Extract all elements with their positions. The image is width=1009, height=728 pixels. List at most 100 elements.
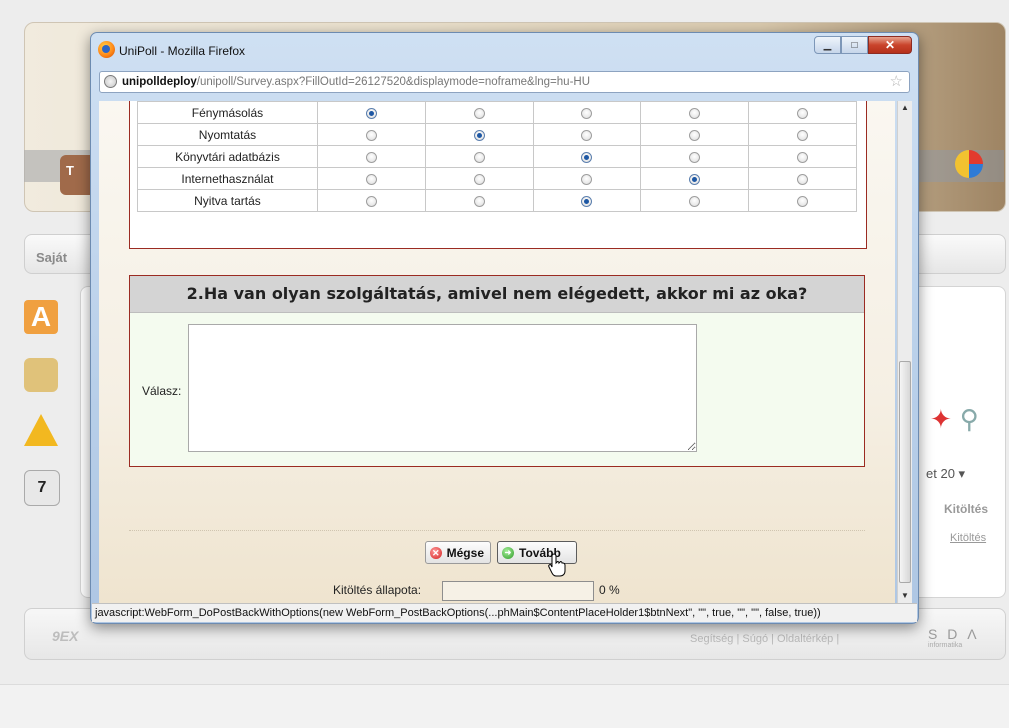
matrix-cell	[640, 123, 750, 146]
rating-radio[interactable]	[365, 173, 377, 185]
scroll-up-arrow-icon[interactable]: ▲	[898, 101, 912, 115]
url-path: /unipoll/Survey.aspx?FillOutId=26127520&…	[196, 76, 591, 88]
matrix-cell	[424, 101, 534, 124]
rating-radio[interactable]	[797, 129, 809, 141]
question2-title: 2.Ha van olyan szolgáltatás, amivel nem …	[130, 276, 864, 313]
matrix-cell	[532, 123, 642, 146]
rating-radio[interactable]	[689, 173, 701, 185]
background-nav-label: Saját	[36, 250, 68, 265]
firefox-logo-icon	[98, 41, 115, 58]
per-page-label: et	[926, 466, 937, 481]
matrix-row: Könyvtári adatbázis	[137, 145, 857, 168]
matrix-cell	[532, 189, 642, 212]
rating-radio[interactable]	[365, 151, 377, 163]
url-host: unipolldeploy	[122, 76, 197, 88]
matrix-cell	[640, 145, 750, 168]
firefox-popup-window: UniPoll - Mozilla Firefox ▁ □ ✕ unipolld…	[90, 32, 919, 624]
matrix-cell	[316, 101, 426, 124]
rating-radio[interactable]	[473, 129, 485, 141]
rating-radio[interactable]	[797, 151, 809, 163]
matrix-cell	[316, 167, 426, 190]
matrix-cell	[748, 167, 857, 190]
close-icon: ✕	[884, 38, 896, 52]
rating-radio[interactable]	[473, 195, 485, 207]
matrix-row: Nyitva tartás	[137, 189, 857, 212]
window-controls: ▁ □ ✕	[814, 36, 912, 54]
rating-radio[interactable]	[365, 129, 377, 141]
cancel-button[interactable]: ✕ Mégse	[425, 541, 491, 564]
separator	[129, 530, 865, 531]
matrix-cell	[424, 123, 534, 146]
matrix-cell	[748, 189, 857, 212]
matrix-cell	[424, 167, 534, 190]
pie-chart-icon	[955, 150, 983, 178]
matrix-cell	[316, 189, 426, 212]
scrollbar-thumb[interactable]	[899, 361, 911, 583]
matrix-cell	[424, 145, 534, 168]
matrix-row: Fénymásolás	[137, 101, 857, 124]
rating-radio[interactable]	[581, 107, 593, 119]
rating-radio[interactable]	[473, 151, 485, 163]
background-tool-icons: ✦ ⚲	[930, 404, 979, 435]
footer-brand-name: S D Λ	[928, 626, 980, 642]
rating-radio[interactable]	[473, 107, 485, 119]
address-bar[interactable]: unipolldeploy/unipoll/Survey.aspx?FillOu…	[99, 71, 910, 93]
rating-radio[interactable]	[797, 173, 809, 185]
footer-brand-sub: informatika	[928, 642, 963, 649]
rating-radio[interactable]	[797, 195, 809, 207]
vertical-scrollbar[interactable]: ▲ ▼	[897, 101, 912, 603]
window-title: UniPoll - Mozilla Firefox	[119, 44, 246, 58]
rating-radio[interactable]	[797, 107, 809, 119]
next-arrow-icon: ➜	[502, 546, 514, 559]
mail-icon	[24, 358, 58, 392]
rating-radio[interactable]	[365, 195, 377, 207]
matrix-cell	[640, 101, 750, 124]
background-column-header: Kitöltés	[944, 502, 989, 516]
rating-radio[interactable]	[581, 195, 593, 207]
answer-label: Válasz:	[142, 384, 182, 398]
answer-textarea[interactable]	[188, 324, 697, 452]
progress-label: Kitöltés állapota:	[333, 583, 422, 597]
rating-matrix: Fénymásolás Nyomtatás Könyvtári adatbázis I…	[137, 101, 857, 212]
cancel-icon: ✕	[430, 546, 442, 559]
minimize-button[interactable]: ▁	[814, 36, 841, 54]
bookmark-star-icon[interactable]: ☆	[890, 72, 903, 92]
matrix-row: Internethasználat	[137, 167, 857, 190]
background-logo-tab: T	[60, 155, 90, 195]
matrix-cell	[532, 145, 642, 168]
matrix-row-label: Fénymásolás	[137, 101, 318, 124]
progress-percent: 0 %	[599, 583, 620, 597]
globe-icon	[104, 75, 117, 88]
minimize-icon: ▁	[823, 39, 832, 51]
scroll-down-arrow-icon[interactable]: ▼	[898, 589, 912, 603]
rating-radio[interactable]	[689, 129, 701, 141]
close-button[interactable]: ✕	[868, 36, 912, 54]
rating-radio[interactable]	[365, 107, 377, 119]
rating-radio[interactable]	[581, 173, 593, 185]
font-size-icon: A	[24, 300, 58, 334]
matrix-row-label: Internethasználat	[137, 167, 318, 190]
question2-frame: 2.Ha van olyan szolgáltatás, amivel nem …	[129, 275, 865, 467]
footer-links: Segítség | Súgó | Oldaltérkép |	[690, 633, 840, 645]
rating-radio[interactable]	[581, 151, 593, 163]
progress-bar	[442, 581, 594, 601]
matrix-cell	[748, 101, 857, 124]
rating-radio[interactable]	[689, 195, 701, 207]
matrix-cell	[748, 145, 857, 168]
rating-radio[interactable]	[689, 107, 701, 119]
maximize-button[interactable]: □	[841, 36, 868, 54]
matrix-row-label: Könyvtári adatbázis	[137, 145, 318, 168]
background-fill-link: Kitöltés	[950, 532, 987, 544]
star-icon	[24, 414, 58, 446]
maximize-icon: □	[851, 39, 858, 51]
status-bar: javascript:WebForm_DoPostBackWithOptions…	[92, 603, 917, 622]
per-page-value: 20 ▾	[940, 466, 966, 481]
rating-radio[interactable]	[689, 151, 701, 163]
matrix-cell	[532, 167, 642, 190]
rating-radio[interactable]	[473, 173, 485, 185]
page-viewport: Fénymásolás Nyomtatás Könyvtári adatbázis I…	[99, 101, 895, 603]
background-bottom-bar	[0, 684, 1009, 728]
hand-cursor-icon	[548, 553, 566, 577]
matrix-cell	[532, 101, 642, 124]
rating-radio[interactable]	[581, 129, 593, 141]
